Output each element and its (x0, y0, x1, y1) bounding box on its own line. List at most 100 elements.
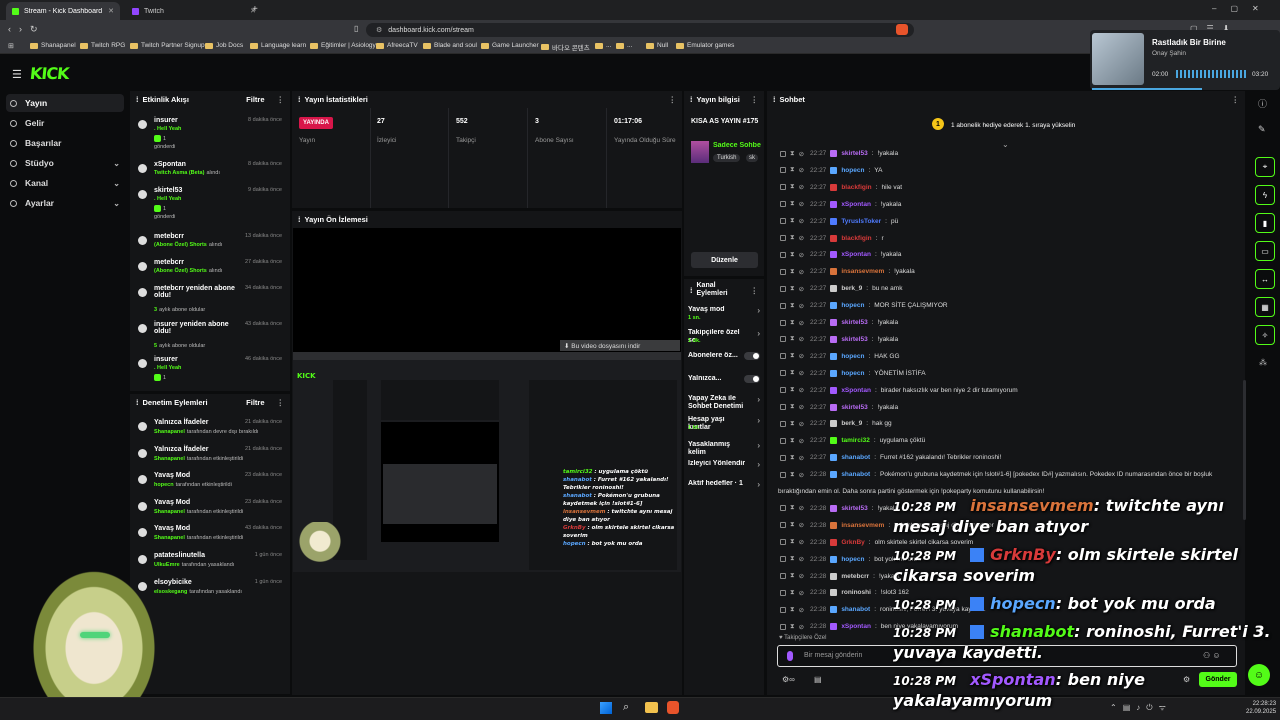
chat-username[interactable]: blackfigin (841, 184, 871, 191)
new-tab-icon[interactable]: + (252, 4, 258, 15)
bookmark-item[interactable]: Blade and soul (423, 42, 477, 49)
bookmark-item[interactable]: Job Docs (205, 42, 243, 49)
message-icon[interactable]: ▭ (1255, 241, 1275, 261)
more-icon[interactable]: ⋮ (751, 95, 759, 104)
wrench-icon[interactable]: ✧ (1255, 325, 1275, 345)
channel-action-item[interactable]: Yasaklanmış kelim › (688, 441, 762, 459)
pin-icon[interactable] (780, 150, 786, 157)
ban-icon[interactable]: ⊘ (799, 454, 804, 462)
grip-icon[interactable]: ⁞ (690, 286, 693, 295)
sidebar-item-stüdyo[interactable]: Stüdyo ⌄ (6, 154, 124, 172)
ban-icon[interactable]: ⊘ (799, 183, 804, 191)
hamburger-menu-icon[interactable]: ☰ (12, 68, 22, 81)
ban-icon[interactable]: ⊘ (799, 217, 804, 225)
pin-icon[interactable] (780, 251, 786, 258)
arrows-icon[interactable]: ↔ (1255, 269, 1275, 289)
pin-icon[interactable] (780, 201, 786, 208)
activity-event[interactable]: insurer yeniden abone oldu! 43 dakika önc… (132, 321, 288, 361)
ban-icon[interactable]: ⊘ (799, 268, 804, 276)
grip-icon[interactable]: ⁞ (136, 398, 139, 407)
bookmark-item[interactable]: Game Launcher (481, 42, 539, 49)
moderation-action[interactable]: Yavaş Mod 43 dakika önce Shanapanel tarafın… (132, 525, 288, 549)
pin-icon[interactable] (780, 218, 786, 225)
search-icon[interactable]: ⌕ (623, 701, 629, 714)
timeout-icon[interactable]: ⧗ (790, 352, 795, 360)
category-name[interactable]: Sadece Sohbe (713, 142, 761, 149)
sidebar-item-gelir[interactable]: Gelir (6, 114, 124, 132)
timeout-icon[interactable]: ⧗ (790, 420, 795, 428)
sidebar-item-ayarlar[interactable]: Ayarlar ⌄ (6, 194, 124, 212)
chat-username[interactable]: insansevmem (841, 268, 884, 275)
ban-icon[interactable]: ⊘ (799, 319, 804, 327)
channel-action-item[interactable]: Abonelere öz... (688, 352, 762, 370)
channel-action-item[interactable]: Yalnızca... (688, 375, 762, 393)
chat-message[interactable]: ⧗ ⊘ 22:28 shanabot: Pokémon'u grubuna kaydet… (780, 466, 1240, 483)
sidebar-item-kanal[interactable]: Kanal ⌄ (6, 174, 124, 192)
pin-icon[interactable] (780, 353, 786, 360)
chat-username[interactable]: skirtel53 (841, 319, 867, 326)
pin-icon[interactable] (780, 454, 786, 461)
timeout-icon[interactable]: ⧗ (790, 217, 795, 225)
timeout-icon[interactable]: ⧗ (790, 150, 795, 158)
trash-icon[interactable]: ▮ (1255, 213, 1275, 233)
ban-icon[interactable]: ⊘ (799, 150, 804, 158)
ban-icon[interactable]: ⊘ (799, 386, 804, 394)
chat-username[interactable]: skirtel53 (841, 336, 867, 343)
bookmark-item[interactable]: Null (646, 42, 668, 49)
moderation-action[interactable]: elsoybicike 1 gün önce elsoskegang tarafınd… (132, 579, 288, 603)
ban-icon[interactable]: ⊘ (799, 606, 804, 614)
chat-username[interactable]: xSpontan (841, 623, 871, 630)
timeout-icon[interactable]: ⧗ (790, 268, 795, 276)
pencil-icon[interactable]: ✎ (1258, 124, 1266, 135)
lightning-icon[interactable]: ϟ (1255, 185, 1275, 205)
toggle-switch[interactable] (744, 352, 760, 360)
timeout-icon[interactable]: ⧗ (790, 572, 795, 580)
chat-message[interactable]: ⧗ ⊘ 22:27 berk_9: hak gg (780, 415, 1240, 432)
timeout-icon[interactable]: ⧗ (790, 166, 795, 174)
ban-icon[interactable]: ⊘ (799, 200, 804, 208)
chat-username[interactable]: shanabot (841, 471, 870, 478)
timeout-icon[interactable]: ⧗ (790, 302, 795, 310)
timeout-icon[interactable]: ⧗ (790, 454, 795, 462)
activity-event[interactable]: skirtel53 9 dakika önce. Hell Yeah 1 gönder… (132, 187, 288, 227)
timeout-icon[interactable]: ⧗ (790, 183, 795, 191)
tray-icons[interactable]: ⌃▤♪⏻ᯤ (1110, 702, 1172, 713)
ban-icon[interactable]: ⊘ (799, 335, 804, 343)
grip-icon[interactable]: ⁞ (136, 95, 139, 104)
brave-browser-icon[interactable] (667, 701, 679, 714)
grip-icon[interactable]: ⁞ (298, 95, 301, 104)
ban-icon[interactable]: ⊘ (799, 302, 804, 310)
pin-icon[interactable] (780, 606, 786, 613)
more-icon[interactable]: ⋮ (1232, 95, 1240, 104)
ban-icon[interactable]: ⊘ (799, 555, 804, 563)
timeout-icon[interactable]: ⧗ (790, 521, 795, 529)
chat-username[interactable]: xSpontan (841, 201, 871, 208)
timeout-icon[interactable]: ⧗ (790, 200, 795, 208)
windows-start-icon[interactable] (600, 702, 612, 714)
grip-icon[interactable]: ⁞ (298, 215, 301, 224)
tab-kick[interactable]: Stream - Kick Dashboard ✕ (6, 2, 120, 20)
timeout-icon[interactable]: ⧗ (790, 555, 795, 563)
timeout-icon[interactable]: ⧗ (790, 234, 795, 242)
timeout-icon[interactable]: ⧗ (790, 538, 795, 546)
pin-icon[interactable] (780, 420, 786, 427)
ban-icon[interactable]: ⊘ (799, 285, 804, 293)
moderation-action[interactable]: patateslinutella 1 gün önce UlkuEmre tarafı… (132, 552, 288, 576)
chat-username[interactable]: xSpontan (841, 251, 871, 258)
chat-message[interactable]: ⧗ ⊘ 22:27 xSpontan: !yakala (780, 196, 1240, 213)
more-icon[interactable]: ⋮ (277, 398, 285, 407)
bookmark-item[interactable]: 바다오 콘텐츠 (541, 42, 590, 52)
ban-icon[interactable]: ⊘ (799, 521, 804, 529)
clock[interactable]: 22:28:23 22.09.2025 (1246, 700, 1276, 716)
edit-button[interactable]: Düzenle (691, 252, 758, 268)
more-icon[interactable]: ⋮ (669, 95, 677, 104)
download-hint[interactable]: ⬇ Bu video dosyasını indir (560, 340, 680, 351)
ban-icon[interactable]: ⊘ (799, 403, 804, 411)
toggle-switch[interactable] (744, 375, 760, 383)
pin-icon[interactable] (780, 336, 786, 343)
pin-icon[interactable] (780, 589, 786, 596)
sidebar-item-yayın[interactable]: Yayın (6, 94, 124, 112)
chat-message[interactable]: ⧗ ⊘ 22:27 insansevmem: !yakala (780, 263, 1240, 280)
emote-icon[interactable]: ⚇ ☺ (1203, 651, 1221, 660)
chat-username[interactable]: berk_9 (841, 285, 862, 292)
